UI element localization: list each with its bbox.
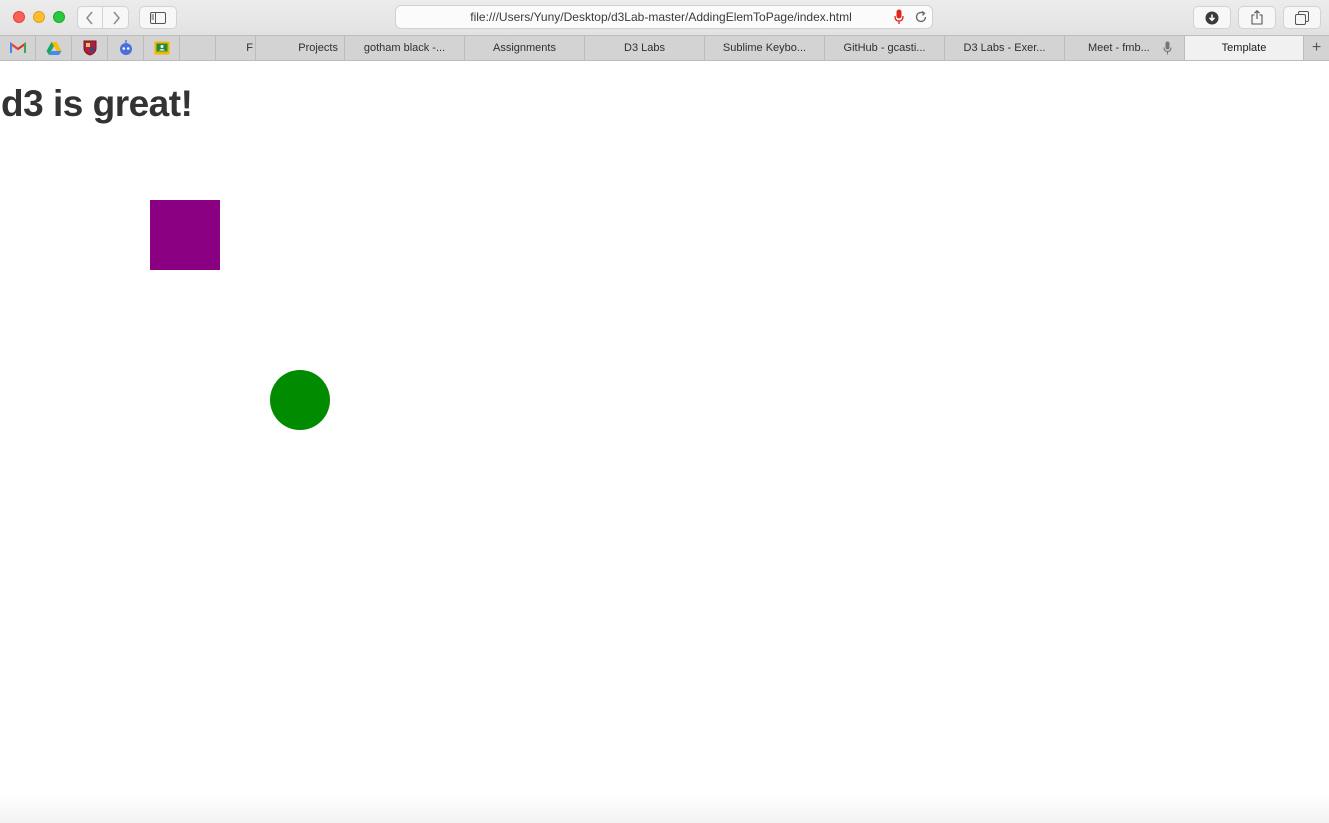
gmail-icon (9, 42, 26, 53)
favorite-classroom[interactable] (144, 36, 180, 60)
download-icon (1205, 11, 1219, 24)
bottom-shadow (0, 793, 1329, 823)
forward-button[interactable] (103, 6, 129, 29)
classroom-icon (154, 41, 169, 55)
tab-item[interactable]: F (216, 36, 256, 60)
favorite-bot[interactable] (108, 36, 144, 60)
page-content: d3 is great! (0, 61, 1329, 823)
tab-sublime-keybindings[interactable]: Sublime Keybo... (705, 36, 825, 60)
new-tab-button[interactable]: + (1304, 36, 1329, 60)
back-button[interactable] (77, 6, 103, 29)
robot-icon (119, 40, 132, 55)
tab-d3-labs[interactable]: D3 Labs (585, 36, 705, 60)
purple-rectangle (150, 200, 220, 270)
tab-projects[interactable]: Projects (256, 36, 345, 60)
maximize-window-button[interactable] (53, 11, 65, 23)
page-heading: d3 is great! (1, 83, 193, 124)
drive-icon (46, 42, 61, 55)
tab-item[interactable] (180, 36, 216, 60)
green-circle (270, 370, 330, 430)
tab-meet[interactable]: Meet - fmb... (1065, 36, 1185, 60)
downloads-button[interactable] (1193, 6, 1231, 29)
favorite-drive[interactable] (36, 36, 72, 60)
shield-icon (83, 40, 96, 56)
tab-bar: F Projects gotham black -... Assignments… (0, 35, 1329, 61)
favorite-school[interactable] (72, 36, 108, 60)
minimize-window-button[interactable] (33, 11, 45, 23)
browser-toolbar: file:///Users/Yuny/Desktop/d3Lab-master/… (0, 0, 1329, 35)
close-window-button[interactable] (13, 11, 25, 23)
microphone-icon (1163, 41, 1172, 55)
share-button[interactable] (1238, 6, 1276, 29)
sidebar-toggle-button[interactable] (139, 6, 177, 29)
tab-gotham-black[interactable]: gotham black -... (345, 36, 465, 60)
url-text[interactable]: file:///Users/Yuny/Desktop/d3Lab-master/… (396, 6, 886, 28)
sidebar-icon (150, 11, 166, 24)
chevron-left-icon (86, 11, 93, 24)
address-bar[interactable]: file:///Users/Yuny/Desktop/d3Lab-master/… (395, 5, 933, 29)
navigation-buttons (77, 6, 129, 29)
favorite-gmail[interactable] (0, 36, 36, 60)
share-icon (1251, 10, 1263, 25)
tabs-icon (1295, 10, 1309, 25)
reload-icon[interactable] (914, 10, 928, 24)
tab-overview-button[interactable] (1283, 6, 1321, 29)
browser-window: file:///Users/Yuny/Desktop/d3Lab-master/… (0, 0, 1329, 823)
tab-d3-labs-exercises[interactable]: D3 Labs - Exer... (945, 36, 1065, 60)
tab-github[interactable]: GitHub - gcasti... (825, 36, 945, 60)
microphone-icon[interactable] (894, 9, 904, 25)
tab-assignments[interactable]: Assignments (465, 36, 585, 60)
tab-template-active[interactable]: Template (1185, 36, 1304, 60)
chevron-right-icon (112, 11, 120, 24)
